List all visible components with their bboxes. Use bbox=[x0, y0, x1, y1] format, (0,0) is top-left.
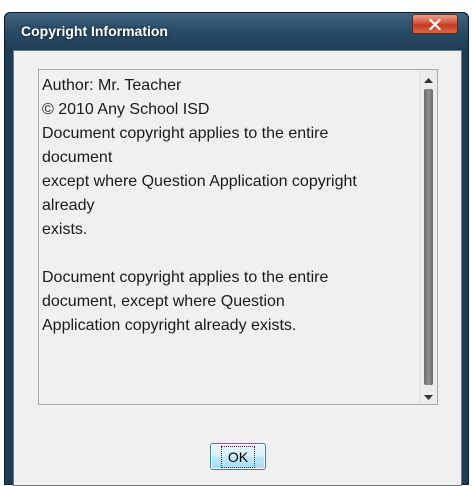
title-bar[interactable]: Copyright Information bbox=[5, 13, 468, 50]
dialog-window: Copyright Information Author: Mr. Teache… bbox=[4, 12, 469, 486]
scroll-thumb[interactable] bbox=[424, 89, 433, 385]
dialog-body: Author: Mr. Teacher © 2010 Any School IS… bbox=[13, 50, 462, 486]
text-line: Author: Mr. Teacher bbox=[42, 77, 182, 94]
text-line: Document copyright applies to the entire bbox=[42, 269, 329, 286]
ok-button[interactable]: OK bbox=[210, 443, 266, 470]
text-line: already bbox=[42, 197, 95, 214]
scroll-down-button[interactable] bbox=[420, 387, 437, 404]
scroll-up-button[interactable] bbox=[420, 70, 437, 87]
copyright-text: Author: Mr. Teacher © 2010 Any School IS… bbox=[39, 70, 419, 404]
text-line: Document copyright applies to the entire bbox=[42, 125, 329, 142]
close-icon bbox=[429, 18, 441, 30]
text-line: document bbox=[42, 149, 113, 166]
text-line: Application copyright already exists. bbox=[42, 317, 297, 334]
copyright-text-area[interactable]: Author: Mr. Teacher © 2010 Any School IS… bbox=[38, 69, 438, 405]
text-line: exists. bbox=[42, 221, 88, 238]
text-line bbox=[42, 242, 415, 266]
ok-button-label: OK bbox=[220, 445, 256, 468]
text-line: © 2010 Any School ISD bbox=[42, 101, 210, 118]
arrow-up-icon bbox=[424, 70, 433, 88]
arrow-down-icon bbox=[424, 387, 433, 405]
text-line: except where Question Application copyri… bbox=[42, 173, 357, 190]
close-button[interactable] bbox=[412, 14, 458, 34]
text-line: document, except where Question bbox=[42, 293, 285, 310]
dialog-title: Copyright Information bbox=[21, 23, 168, 39]
vertical-scrollbar[interactable] bbox=[419, 70, 437, 404]
